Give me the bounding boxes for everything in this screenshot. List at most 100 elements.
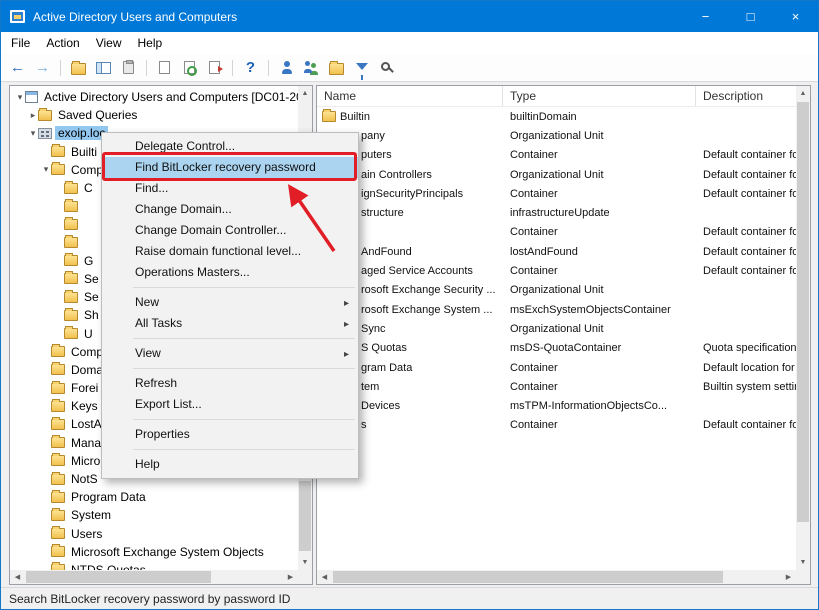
scroll-thumb[interactable] <box>333 571 723 583</box>
refresh-icon[interactable] <box>178 56 201 79</box>
context-item-label: Change Domain Controller... <box>135 223 286 237</box>
table-row[interactable]: ContainerDefault container for k... <box>317 223 796 242</box>
scroll-down-icon[interactable]: ▼ <box>298 555 312 570</box>
menu-view[interactable]: View <box>88 32 130 54</box>
context-delegate-control[interactable]: Delegate Control... <box>102 136 358 157</box>
scroll-thumb[interactable] <box>797 102 809 522</box>
column-header-description[interactable]: Description <box>696 86 796 106</box>
filter-icon[interactable] <box>350 56 373 79</box>
add-group-icon[interactable] <box>300 56 323 79</box>
find-icon[interactable] <box>375 56 398 79</box>
table-row[interactable]: sContainerDefault container for u... <box>317 416 796 435</box>
scroll-left-icon[interactable]: ◀ <box>10 570 25 584</box>
chevron-right-icon[interactable]: ▸ <box>28 110 38 121</box>
table-row[interactable]: temContainerBuiltin system settings... <box>317 377 796 396</box>
status-bar: Search BitLocker recovery password by pa… <box>1 587 818 609</box>
context-find[interactable]: Find... <box>102 178 358 199</box>
cell-description: Default location for sto... <box>696 358 796 377</box>
chevron-down-icon[interactable]: ▾ <box>41 164 51 175</box>
context-export-list[interactable]: Export List... <box>102 394 358 415</box>
context-all-tasks[interactable]: All Tasks▸ <box>102 313 358 334</box>
tree-horizontal-scrollbar[interactable]: ◀ ▶ <box>10 570 298 584</box>
folder-icon <box>64 183 78 194</box>
close-button[interactable]: × <box>773 1 818 32</box>
scroll-up-icon[interactable]: ▲ <box>796 86 810 101</box>
tree-item-label: G <box>81 254 96 268</box>
cell-description <box>696 126 796 145</box>
tree-item-program-data[interactable]: Program Data <box>10 488 298 506</box>
context-refresh[interactable]: Refresh <box>102 373 358 394</box>
table-row[interactable]: gram DataContainerDefault location for s… <box>317 358 796 377</box>
menu-action[interactable]: Action <box>38 32 87 54</box>
scroll-left-icon[interactable]: ◀ <box>317 570 332 584</box>
title-bar[interactable]: Active Directory Users and Computers − □… <box>1 1 818 32</box>
table-row[interactable]: BuiltinbuiltinDomain <box>317 107 796 126</box>
table-row[interactable]: rosoft Exchange System ...msExchSystemOb… <box>317 300 796 319</box>
context-change-domain-controller[interactable]: Change Domain Controller... <box>102 220 358 241</box>
scroll-up-icon[interactable]: ▲ <box>298 86 312 101</box>
add-ou-icon[interactable] <box>325 56 348 79</box>
tree-item-saved-queries[interactable]: ▸Saved Queries <box>10 106 298 124</box>
column-header-type[interactable]: Type <box>503 86 696 106</box>
minimize-button[interactable]: − <box>683 1 728 32</box>
context-raise-domain-functional-level[interactable]: Raise domain functional level... <box>102 241 358 262</box>
list-vertical-scrollbar[interactable]: ▲ ▼ <box>796 86 810 570</box>
cell-description: Default container for u... <box>696 416 796 435</box>
context-help[interactable]: Help <box>102 454 358 475</box>
context-operations-masters[interactable]: Operations Masters... <box>102 262 358 283</box>
tree-item-system[interactable]: System <box>10 506 298 524</box>
table-row[interactable]: rosoft Exchange Security ...Organization… <box>317 281 796 300</box>
tree-item-users[interactable]: Users <box>10 525 298 543</box>
folder-icon <box>51 346 65 357</box>
chevron-down-icon[interactable]: ▾ <box>28 128 38 139</box>
forward-icon[interactable]: → <box>31 56 54 79</box>
up-one-level-icon[interactable] <box>67 56 90 79</box>
show-console-tree-icon[interactable] <box>92 56 115 79</box>
menu-file[interactable]: File <box>3 32 38 54</box>
cell-name-text: Builtin <box>340 111 370 123</box>
export-list-icon[interactable] <box>203 56 226 79</box>
scroll-right-icon[interactable]: ▶ <box>781 570 796 584</box>
context-find-bitlocker-recovery-password[interactable]: Find BitLocker recovery password <box>102 157 358 178</box>
table-row[interactable]: AndFoundlostAndFoundDefault container fo… <box>317 242 796 261</box>
add-user-icon[interactable] <box>275 56 298 79</box>
table-row[interactable]: putersContainerDefault container for u..… <box>317 146 796 165</box>
show-console-tree-icon-glyph <box>96 62 111 74</box>
menu-separator <box>133 449 355 450</box>
cell-description: Default container for k... <box>696 223 796 242</box>
help-icon[interactable]: ? <box>239 56 262 79</box>
maximize-button[interactable]: □ <box>728 1 773 32</box>
context-item-label: View <box>135 346 161 360</box>
table-row[interactable]: structureinfrastructureUpdate <box>317 203 796 222</box>
chevron-down-icon[interactable]: ▾ <box>15 92 25 103</box>
copy-icon[interactable] <box>117 56 140 79</box>
menu-help[interactable]: Help <box>130 32 171 54</box>
back-icon[interactable]: ← <box>6 56 29 79</box>
context-new[interactable]: New▸ <box>102 292 358 313</box>
cell-name-text: Devices <box>361 400 400 412</box>
table-row[interactable]: S QuotasmsDS-QuotaContainerQuota specifi… <box>317 339 796 358</box>
properties-icon[interactable] <box>153 56 176 79</box>
context-view[interactable]: View▸ <box>102 343 358 364</box>
scroll-down-icon[interactable]: ▼ <box>796 555 810 570</box>
table-row[interactable]: aged Service AccountsContainerDefault co… <box>317 261 796 280</box>
tree-item-ntds-quotas[interactable]: NTDS Quotas <box>10 561 298 570</box>
tree-item-microsoft-exchange-system-objects[interactable]: Microsoft Exchange System Objects <box>10 543 298 561</box>
context-item-label: Export List... <box>135 397 202 411</box>
cell-type: Container <box>503 416 696 435</box>
context-properties[interactable]: Properties <box>102 424 358 445</box>
scroll-right-icon[interactable]: ▶ <box>283 570 298 584</box>
table-row[interactable]: panyOrganizational Unit <box>317 126 796 145</box>
table-row[interactable]: ignSecurityPrincipalsContainerDefault co… <box>317 184 796 203</box>
context-change-domain[interactable]: Change Domain... <box>102 199 358 220</box>
column-header-name[interactable]: Name <box>317 86 503 106</box>
cell-type: Organizational Unit <box>503 126 696 145</box>
scroll-thumb[interactable] <box>299 481 311 551</box>
scroll-thumb[interactable] <box>26 571 211 583</box>
table-row[interactable]: ain ControllersOrganizational UnitDefaul… <box>317 165 796 184</box>
properties-icon-glyph <box>159 61 170 74</box>
table-row[interactable]: SyncOrganizational Unit <box>317 319 796 338</box>
list-horizontal-scrollbar[interactable]: ◀ ▶ <box>317 570 796 584</box>
table-row[interactable]: DevicesmsTPM-InformationObjectsCo... <box>317 396 796 415</box>
tree-item-active-directory-users-and-computers-dc01-2022[interactable]: ▾Active Directory Users and Computers [D… <box>10 88 298 106</box>
